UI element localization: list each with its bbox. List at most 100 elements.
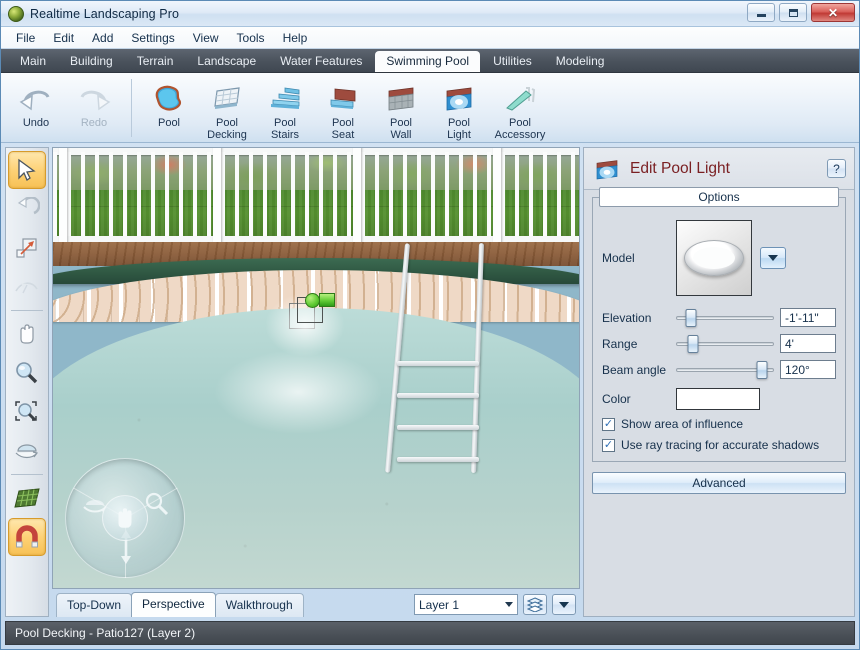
view-tab-walkthrough[interactable]: Walkthrough	[214, 593, 304, 617]
model-row: Model	[602, 220, 836, 296]
pool-light-button[interactable]: Pool Light	[431, 77, 487, 141]
view-tab-top-down[interactable]: Top-Down	[56, 593, 133, 617]
show-area-of-influence-label: Show area of influence	[621, 417, 744, 431]
minimize-button[interactable]	[747, 3, 775, 22]
pool-seat-button[interactable]: Pool Seat	[315, 77, 371, 141]
menu-item-edit[interactable]: Edit	[44, 28, 83, 48]
elevation-slider[interactable]	[676, 308, 774, 327]
pool-decking-button[interactable]: Pool Decking	[199, 77, 255, 141]
layer-select-value: Layer 1	[419, 597, 460, 612]
lawn	[53, 190, 579, 242]
ribbon-toolbar: Undo Redo Pool Pool Decking Pool Stairs …	[1, 73, 859, 143]
options-group: Options Model Elevation -1'-11" Range 4'…	[592, 187, 846, 462]
menu-item-tools[interactable]: Tools	[228, 28, 274, 48]
pan-hand-center[interactable]	[102, 495, 148, 541]
ray-tracing-checkbox[interactable]: ✓	[602, 438, 615, 452]
beam-angle-slider[interactable]	[676, 360, 774, 379]
maximize-button[interactable]	[779, 3, 807, 22]
chevron-down-icon	[505, 602, 513, 607]
zoom-tool[interactable]	[8, 354, 46, 392]
redo-button[interactable]: Redo	[66, 77, 122, 129]
color-swatch[interactable]	[676, 388, 760, 410]
viewport-container: Top-Down Perspective Walkthrough Layer 1	[52, 147, 580, 617]
toolbar-separator	[131, 79, 132, 137]
tab-swimming-pool[interactable]: Swimming Pool	[375, 51, 481, 72]
3d-viewport[interactable]	[52, 147, 580, 589]
pool-accessory-button[interactable]: Pool Accessory	[489, 77, 551, 141]
tool-separator-2	[11, 474, 43, 475]
tab-landscape[interactable]: Landscape	[186, 51, 267, 72]
tab-water-features[interactable]: Water Features	[269, 51, 373, 72]
pool-stairs-button[interactable]: Pool Stairs	[257, 77, 313, 141]
gizmo-move-handle[interactable]	[319, 293, 335, 307]
ray-tracing-row[interactable]: ✓ Use ray tracing for accurate shadows	[602, 438, 836, 452]
chevron-down-icon	[559, 601, 569, 608]
show-area-of-influence-checkbox[interactable]: ✓	[602, 417, 615, 431]
elevation-value[interactable]: -1'-11"	[780, 308, 836, 327]
elevation-label: Elevation	[602, 310, 652, 325]
range-row: Range 4'	[602, 334, 836, 353]
slider-thumb[interactable]	[687, 334, 699, 353]
tab-modeling[interactable]: Modeling	[545, 51, 616, 72]
menu-item-view[interactable]: View	[184, 28, 228, 48]
slider-thumb[interactable]	[685, 308, 697, 327]
model-dropdown-button[interactable]	[760, 247, 786, 269]
status-bar: Pool Decking - Patio127 (Layer 2)	[5, 621, 855, 645]
panel-title: Edit Pool Light	[630, 159, 730, 177]
ribbon-tab-bar: Main Building Terrain Landscape Water Fe…	[1, 49, 859, 73]
pool-light-icon	[441, 80, 477, 116]
zoom-region-tool[interactable]	[8, 393, 46, 431]
tab-terrain[interactable]: Terrain	[126, 51, 185, 72]
maximize-icon	[788, 8, 798, 17]
gizmo-rotate-handle[interactable]	[305, 293, 320, 308]
beam-angle-value[interactable]: 120°	[780, 360, 836, 379]
pool-seat-icon	[325, 80, 361, 116]
pan-tool[interactable]	[8, 315, 46, 353]
range-slider[interactable]	[676, 334, 774, 353]
view-tab-perspective[interactable]: Perspective	[131, 592, 216, 617]
curve-tool[interactable]	[8, 268, 46, 306]
menu-item-settings[interactable]: Settings	[122, 28, 183, 48]
pool-wall-button[interactable]: Pool Wall	[373, 77, 429, 141]
pool-wall-label: Pool Wall	[389, 117, 413, 141]
tab-utilities[interactable]: Utilities	[482, 51, 543, 72]
navigation-wheel[interactable]	[65, 458, 185, 578]
grid-tool[interactable]	[8, 479, 46, 517]
menu-bar: File Edit Add Settings View Tools Help	[1, 27, 859, 49]
resize-tool[interactable]	[8, 229, 46, 267]
tab-main[interactable]: Main	[9, 51, 57, 72]
select-arrow-tool[interactable]	[8, 151, 46, 189]
tab-building[interactable]: Building	[59, 51, 124, 72]
layers-button[interactable]	[523, 594, 547, 615]
orbit-tool[interactable]	[8, 432, 46, 470]
pool-seat-label: Pool Seat	[331, 117, 355, 141]
slider-thumb[interactable]	[756, 360, 768, 379]
recessed-ring-light-icon	[684, 240, 744, 276]
rotate-tool[interactable]	[8, 190, 46, 228]
advanced-button[interactable]: Advanced	[592, 472, 846, 494]
beam-angle-row: Beam angle 120°	[602, 360, 836, 379]
menu-item-file[interactable]: File	[7, 28, 44, 48]
help-button[interactable]: ?	[827, 159, 846, 178]
snap-magnet-tool[interactable]	[8, 518, 46, 556]
color-row: Color	[602, 388, 836, 410]
pool-shape-icon	[152, 80, 186, 116]
menu-item-add[interactable]: Add	[83, 28, 122, 48]
color-label: Color	[602, 392, 631, 406]
selected-pool-light-gizmo[interactable]	[265, 293, 345, 357]
model-thumbnail[interactable]	[676, 220, 752, 296]
show-area-of-influence-row[interactable]: ✓ Show area of influence	[602, 417, 836, 431]
close-button[interactable]: ✕	[811, 3, 855, 22]
pool-label: Pool	[157, 117, 181, 129]
menu-item-help[interactable]: Help	[274, 28, 317, 48]
pool-button[interactable]: Pool	[141, 77, 197, 129]
undo-button[interactable]: Undo	[8, 77, 64, 129]
pool-decking-label: Pool Decking	[207, 117, 247, 141]
status-text: Pool Decking - Patio127 (Layer 2)	[15, 626, 196, 640]
range-value[interactable]: 4'	[780, 334, 836, 353]
range-label: Range	[602, 336, 638, 351]
layer-select[interactable]: Layer 1	[414, 594, 518, 615]
layer-dropdown-button[interactable]	[552, 594, 576, 615]
pool-decking-icon	[209, 80, 245, 116]
elevation-row: Elevation -1'-11"	[602, 308, 836, 327]
